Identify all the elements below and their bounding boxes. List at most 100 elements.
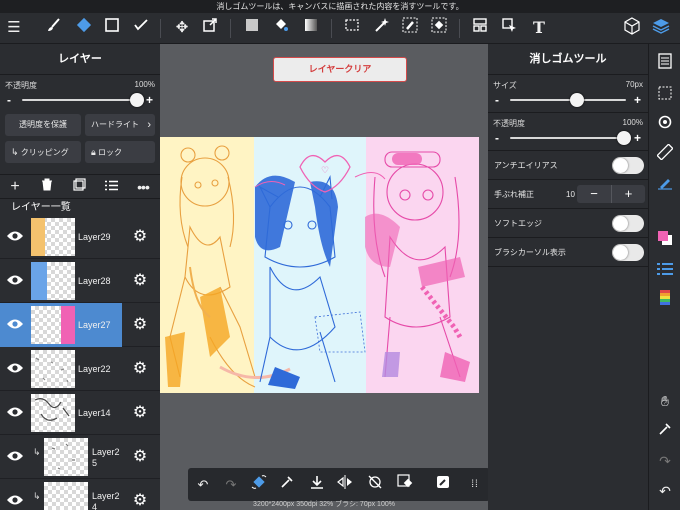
gear-icon[interactable]: ⚙ bbox=[130, 403, 150, 423]
layout-icon[interactable] bbox=[469, 17, 491, 39]
artwork-canvas[interactable]: ♡ bbox=[160, 137, 479, 393]
layer-row[interactable]: ↳ Layer25 ⚙ bbox=[0, 435, 160, 479]
color-list-icon[interactable] bbox=[654, 260, 676, 282]
minus-icon[interactable]: - bbox=[7, 93, 11, 107]
clear-eraser-icon[interactable] bbox=[394, 474, 416, 496]
lock-button[interactable]: 🔒︎ ロック bbox=[85, 141, 155, 163]
clipping-indicator-icon: ↳ bbox=[33, 491, 41, 501]
text-icon[interactable]: T bbox=[528, 17, 550, 39]
eraser-swap-icon[interactable] bbox=[248, 474, 270, 496]
rotate-view-icon[interactable] bbox=[654, 114, 676, 136]
gear-icon[interactable]: ⚙ bbox=[130, 227, 150, 247]
eyedropper-icon[interactable] bbox=[276, 474, 298, 496]
plus-icon[interactable]: + bbox=[634, 93, 641, 107]
plus-icon[interactable]: + bbox=[611, 185, 645, 203]
eraser-opacity-slider[interactable]: - + bbox=[493, 129, 643, 147]
layer-row-selected[interactable]: Layer27 ⚙ bbox=[0, 303, 160, 347]
gear-icon[interactable]: ⚙ bbox=[130, 359, 150, 379]
ruler-icon[interactable] bbox=[654, 143, 676, 166]
duplicate-layer-icon[interactable] bbox=[70, 178, 88, 196]
save-download-icon[interactable] bbox=[306, 474, 328, 496]
eye-icon[interactable] bbox=[5, 492, 25, 510]
gear-icon[interactable]: ⚙ bbox=[130, 447, 150, 467]
slider-knob[interactable] bbox=[130, 93, 144, 107]
minus-icon[interactable]: - bbox=[495, 131, 499, 145]
plus-icon[interactable]: + bbox=[146, 93, 153, 107]
flip-horizontal-icon[interactable] bbox=[334, 474, 356, 496]
undo-icon[interactable]: ↶ bbox=[654, 480, 676, 502]
edit-canvas-icon[interactable] bbox=[432, 474, 454, 496]
hand-icon[interactable]: ✋︎ bbox=[654, 390, 676, 412]
rotate-off-icon[interactable] bbox=[364, 474, 386, 496]
document-icon[interactable] bbox=[654, 53, 676, 75]
eye-icon[interactable] bbox=[5, 404, 25, 422]
more-icon[interactable]: ••• bbox=[134, 178, 152, 196]
add-layer-icon[interactable]: + bbox=[6, 178, 24, 196]
menu-icon[interactable]: ☰ bbox=[3, 17, 25, 39]
layer-opacity-slider[interactable]: - + bbox=[5, 91, 155, 109]
pen-pressure-icon[interactable] bbox=[654, 174, 676, 196]
status-message: 消しゴムツールは、キャンバスに描画された内容を消すツールです。 bbox=[0, 0, 680, 13]
undo-icon[interactable]: ↶ bbox=[192, 474, 214, 496]
layer-row[interactable]: Layer29 ⚙ bbox=[0, 215, 160, 259]
color-swatch-icon[interactable] bbox=[654, 230, 676, 252]
clear-layer-button[interactable]: レイヤークリア bbox=[273, 57, 407, 82]
eye-icon[interactable] bbox=[5, 228, 25, 246]
layer-row[interactable]: Layer22 ⚙ bbox=[0, 347, 160, 391]
antialias-toggle[interactable] bbox=[612, 157, 644, 174]
toolbar-divider bbox=[230, 19, 231, 38]
bucket-icon[interactable] bbox=[270, 17, 292, 39]
gear-icon[interactable]: ⚙ bbox=[130, 271, 150, 291]
fill-color-icon[interactable] bbox=[241, 17, 263, 39]
eraser-icon[interactable] bbox=[73, 17, 95, 39]
color-palette-icon[interactable] bbox=[654, 290, 676, 312]
clipping-button[interactable]: ↳ クリッピング bbox=[5, 141, 81, 163]
selection-grid-icon[interactable] bbox=[654, 84, 676, 106]
magic-wand-icon[interactable] bbox=[370, 17, 392, 39]
eye-icon[interactable] bbox=[5, 448, 25, 466]
select-eraser-icon[interactable] bbox=[428, 17, 450, 39]
selection-icon[interactable] bbox=[341, 17, 363, 39]
protect-alpha-button[interactable]: 透明度を保護 bbox=[5, 114, 81, 136]
layers-icon[interactable] bbox=[650, 17, 672, 39]
plus-icon[interactable]: + bbox=[634, 131, 641, 145]
minus-icon[interactable]: − bbox=[577, 185, 611, 203]
gear-icon[interactable]: ⚙ bbox=[130, 491, 150, 510]
brush-cursor-toggle[interactable] bbox=[612, 244, 644, 261]
soft-edge-toggle[interactable] bbox=[612, 215, 644, 232]
layer-tools-bar: + ••• bbox=[0, 174, 160, 199]
square-icon[interactable] bbox=[101, 17, 123, 39]
grid-more-icon[interactable]: ⁞⁞ bbox=[464, 474, 486, 496]
layer-row[interactable]: ↳ Layer24 ⚙ bbox=[0, 479, 160, 510]
brush-icon[interactable] bbox=[43, 17, 65, 39]
move-icon[interactable]: ✥ bbox=[171, 17, 193, 39]
size-slider[interactable]: - + bbox=[493, 91, 643, 109]
canvas-area[interactable]: レイヤークリア ♡ ↶ ↷ ⁞⁞ 3200*2400px 350dpi 32% … bbox=[160, 44, 490, 510]
3d-cube-icon[interactable] bbox=[621, 17, 643, 39]
layer-row[interactable]: Layer14 ⚙ bbox=[0, 391, 160, 435]
layer-row[interactable]: Layer28 ⚙ bbox=[0, 259, 160, 303]
stabilizer-stepper[interactable]: − + bbox=[577, 185, 645, 203]
list-icon[interactable] bbox=[102, 178, 120, 196]
select-pen-icon[interactable] bbox=[399, 17, 421, 39]
transform-icon[interactable] bbox=[199, 17, 221, 39]
eye-icon[interactable] bbox=[5, 360, 25, 378]
check-brush-icon[interactable] bbox=[130, 17, 152, 39]
tool-panel-title: 消しゴムツール bbox=[488, 44, 648, 75]
gear-icon[interactable]: ⚙ bbox=[130, 315, 150, 335]
eye-icon[interactable] bbox=[5, 272, 25, 290]
toolbar-divider bbox=[331, 19, 332, 38]
redo-icon[interactable]: ↷ bbox=[220, 474, 242, 496]
redo-icon[interactable]: ↷ bbox=[654, 450, 676, 472]
antialias-label: アンチエイリアス bbox=[494, 161, 558, 170]
blend-mode-button[interactable]: ハードライト › bbox=[85, 114, 155, 136]
gradient-icon[interactable] bbox=[300, 17, 322, 39]
soft-edge-label: ソフトエッジ bbox=[494, 219, 542, 228]
slider-knob[interactable] bbox=[570, 93, 584, 107]
eye-icon[interactable] bbox=[5, 316, 25, 334]
trash-icon[interactable] bbox=[38, 178, 56, 196]
minus-icon[interactable]: - bbox=[495, 93, 499, 107]
cursor-icon[interactable] bbox=[498, 17, 520, 39]
eyedropper-icon[interactable] bbox=[654, 420, 676, 442]
slider-knob[interactable] bbox=[617, 131, 631, 145]
